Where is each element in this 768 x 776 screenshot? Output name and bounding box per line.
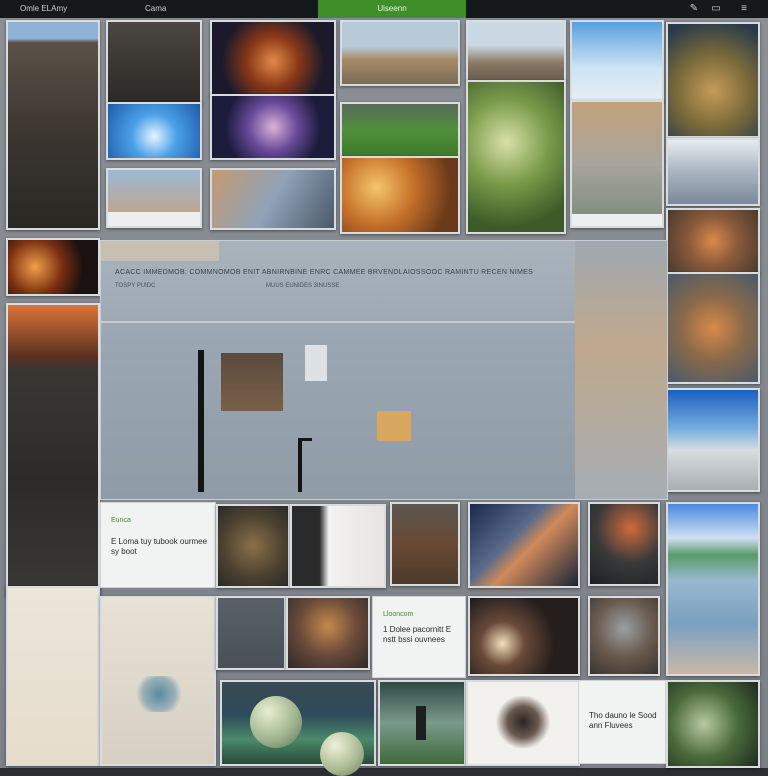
vertical-bar-2[interactable] [298,438,302,492]
app-title: Omle ELAmy [20,4,68,13]
tile-ink[interactable] [466,680,580,766]
tile-space[interactable] [468,502,580,588]
tile-smoke-gray[interactable] [588,596,660,676]
tile-ember[interactable] [286,596,370,670]
tile-flowers[interactable] [666,22,760,138]
tile-landscape-caption[interactable] [106,168,202,228]
tile-desert[interactable] [466,20,566,82]
card-text: E Loma tuy tubook ourmee sy boot [111,537,208,556]
panel-heading: ACACC IMMEDMOB: COMMNOMOB ENIT ABNIRNBIN… [115,269,534,276]
tile-rock-wall[interactable] [6,20,100,230]
tile-figure[interactable] [378,680,466,766]
tile-dark-rock[interactable] [106,20,202,104]
tile-forest[interactable] [666,680,760,768]
tile-nebula-purple[interactable] [210,94,336,160]
panel-image[interactable] [221,353,283,411]
pen-icon[interactable]: ✎ [688,3,700,15]
tile-autumn[interactable] [340,156,460,234]
tile-dusk[interactable] [588,502,660,586]
tile-tree[interactable] [466,80,566,234]
tile-ruins[interactable] [570,100,664,228]
text-card-3[interactable]: Tho dauno le Sood ann Fluvees [578,680,666,764]
tile-grass[interactable] [340,102,460,158]
tile-sunrise[interactable] [468,596,580,676]
card-label: Llooncom [383,611,414,618]
tab-cama[interactable]: Cama [145,4,166,13]
tile-gray-cloud[interactable] [216,596,286,670]
tile-texture[interactable] [390,502,460,586]
vertical-bar-1[interactable] [198,350,204,492]
tile-lake[interactable] [666,502,760,676]
top-bar: Omle ELAmy Cama Uiseenn ✎ ▭ ≡ [0,0,768,18]
tile-stone-wall[interactable] [6,303,100,597]
tile-smoke[interactable] [210,168,336,230]
panel-subheading-2: MUUS EUNIDES 3INUSSE [266,283,340,289]
menu-icon[interactable]: ≡ [738,3,750,15]
panel-side-texture [575,241,667,499]
sphere-small [320,732,364,776]
tab-active[interactable]: Uiseenn [318,0,466,18]
central-panel: ACACC IMMEDMOB: COMMNOMOB ENIT ABNIRNBIN… [100,240,668,500]
tile-brown[interactable] [216,504,290,588]
tile-rust-2[interactable] [666,272,760,384]
card-text: Tho dauno le Sood ann Fluvees [589,711,657,730]
screen-icon[interactable]: ▭ [710,3,722,15]
tile-coast[interactable] [666,138,760,206]
tile-beach[interactable] [666,388,760,492]
tile-splash[interactable] [290,504,386,588]
image-grid-canvas: ACACC IMMEDMOB: COMMNOMOB ENIT ABNIRNBIN… [0,18,768,776]
tile-watercolor[interactable] [100,596,216,766]
panel-subheading: TOSPY PUIDC [115,283,156,289]
tile-rust-1[interactable] [666,208,760,274]
tile-sky[interactable] [106,102,202,160]
tile-sketch-grid[interactable] [6,586,100,766]
tile-field[interactable] [340,20,460,86]
tile-clouds[interactable] [570,20,664,102]
tile-spheres[interactable] [220,680,376,776]
text-card-1[interactable]: Eunca E Loma tuy tubook ourmee sy boot [100,502,216,588]
card-label: Eunca [111,517,131,524]
sphere-large [250,696,302,748]
tile-fire[interactable] [6,238,100,296]
tile-nebula-orange[interactable] [210,20,336,96]
text-card-2[interactable]: Llooncom 1 Dolee pacornitt E nstt bssi o… [372,596,466,678]
card-text: 1 Dolee pacornitt E nstt bssi ouvnees [383,625,452,644]
